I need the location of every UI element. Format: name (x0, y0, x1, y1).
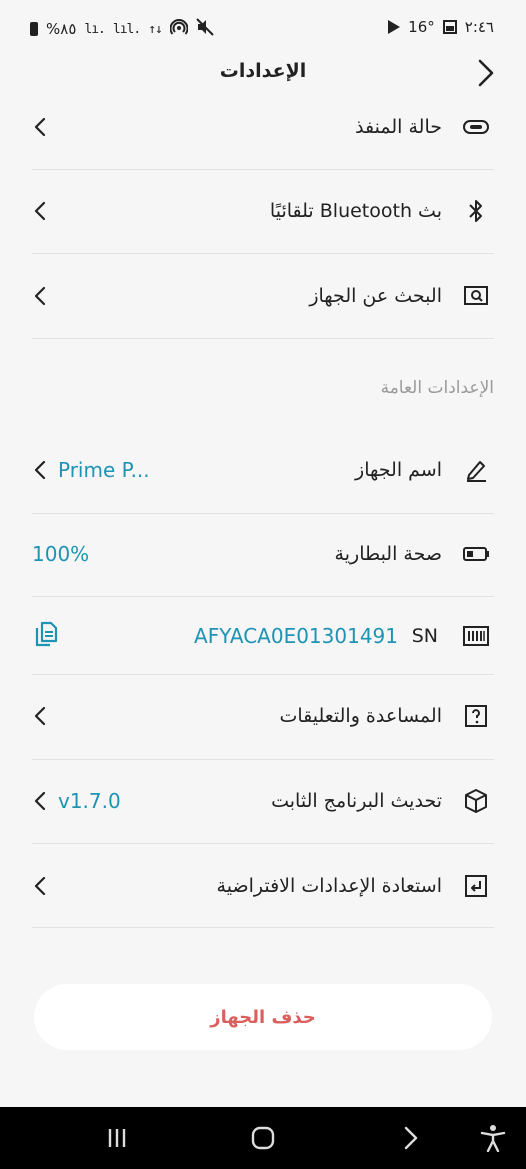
serial-value: AFYACA0E01301491 (194, 624, 398, 648)
home-icon (251, 1126, 275, 1150)
accessibility-icon (480, 1125, 506, 1152)
chevron-left-icon (34, 460, 46, 480)
status-right: 16° ٢:٤٦ (388, 18, 494, 36)
navigation-bar (0, 1107, 526, 1169)
row-label: تحديث البرنامج الثابت (271, 790, 442, 812)
delete-device-button[interactable]: حذف الجهاز (34, 984, 492, 1050)
signal-icon-2: lıl. (112, 21, 141, 37)
back-button[interactable] (472, 58, 498, 88)
divider (32, 338, 494, 339)
row-label: استعادة الإعدادات الافتراضية (216, 875, 442, 897)
cube-icon (462, 787, 490, 815)
clock: ٢:٤٦ (464, 18, 494, 36)
recent-apps-icon (108, 1129, 126, 1147)
back-nav-button[interactable] (396, 1123, 426, 1153)
chevron-right-icon (404, 1126, 418, 1150)
device-name-value: Prime P... (58, 458, 150, 482)
row-label: بث Bluetooth تلقائيًا (269, 200, 442, 222)
row-restore-defaults[interactable]: استعادة الإعدادات الافتراضية (32, 845, 494, 927)
row-label: المساعدة والتعليقات (279, 705, 442, 727)
bluetooth-icon (462, 197, 490, 225)
chevron-left-icon (34, 117, 46, 137)
row-firmware-update[interactable]: تحديث البرنامج الثابت v1.7.0 (32, 760, 494, 842)
firmware-version: v1.7.0 (58, 789, 121, 813)
battery-icon (30, 22, 38, 36)
question-icon (462, 702, 490, 730)
data-transfer-icon: ↑↓ (148, 21, 163, 37)
pencil-icon (462, 456, 490, 484)
row-device-name[interactable]: اسم الجهاز Prime P... (32, 429, 494, 511)
row-help-feedback[interactable]: المساعدة والتعليقات (32, 675, 494, 757)
chevron-left-icon (34, 286, 46, 306)
device-search-icon (462, 282, 490, 310)
divider (32, 253, 494, 254)
toggle-icon (462, 113, 490, 141)
copy-document-icon[interactable] (34, 621, 58, 651)
restore-icon (462, 872, 490, 900)
recent-apps-button[interactable] (102, 1123, 132, 1153)
divider (32, 843, 494, 844)
hotspot-icon (169, 18, 189, 40)
section-title: الإعدادات العامة (380, 378, 494, 398)
row-label: صحة البطارية (334, 543, 442, 565)
home-button[interactable] (248, 1123, 278, 1153)
chevron-left-icon (34, 201, 46, 221)
row-label: اسم الجهاز (355, 459, 442, 481)
temperature: 16° (408, 18, 435, 36)
chevron-left-icon (34, 791, 46, 811)
row-port-status[interactable]: حالة المنفذ (32, 86, 494, 168)
battery-percent: %٨٥ (46, 20, 77, 38)
mute-icon (196, 18, 214, 40)
battery-icon (462, 540, 490, 568)
barcode-icon (462, 622, 490, 650)
signal-icon: lı. (84, 21, 106, 37)
row-bluetooth-broadcast[interactable]: بث Bluetooth تلقائيًا (32, 170, 494, 252)
battery-health-value: 100% (32, 542, 90, 566)
row-serial-number: SN AFYACA0E01301491 (32, 595, 494, 677)
page-title: الإعدادات (219, 60, 307, 82)
accessibility-button[interactable] (478, 1123, 508, 1153)
chevron-left-icon (34, 706, 46, 726)
divider (32, 927, 494, 928)
row-find-device[interactable]: البحث عن الجهاز (32, 255, 494, 337)
serial-label: SN (411, 625, 438, 647)
chevron-right-icon (478, 59, 494, 87)
row-battery-health: صحة البطارية 100% (32, 513, 494, 595)
row-label: البحث عن الجهاز (309, 285, 442, 307)
chevron-left-icon (34, 876, 46, 896)
row-label: حالة المنفذ (355, 116, 442, 138)
play-icon (388, 20, 401, 34)
status-left: %٨٥ lı. lıl. ↑↓ (30, 18, 214, 40)
image-icon (442, 20, 457, 34)
